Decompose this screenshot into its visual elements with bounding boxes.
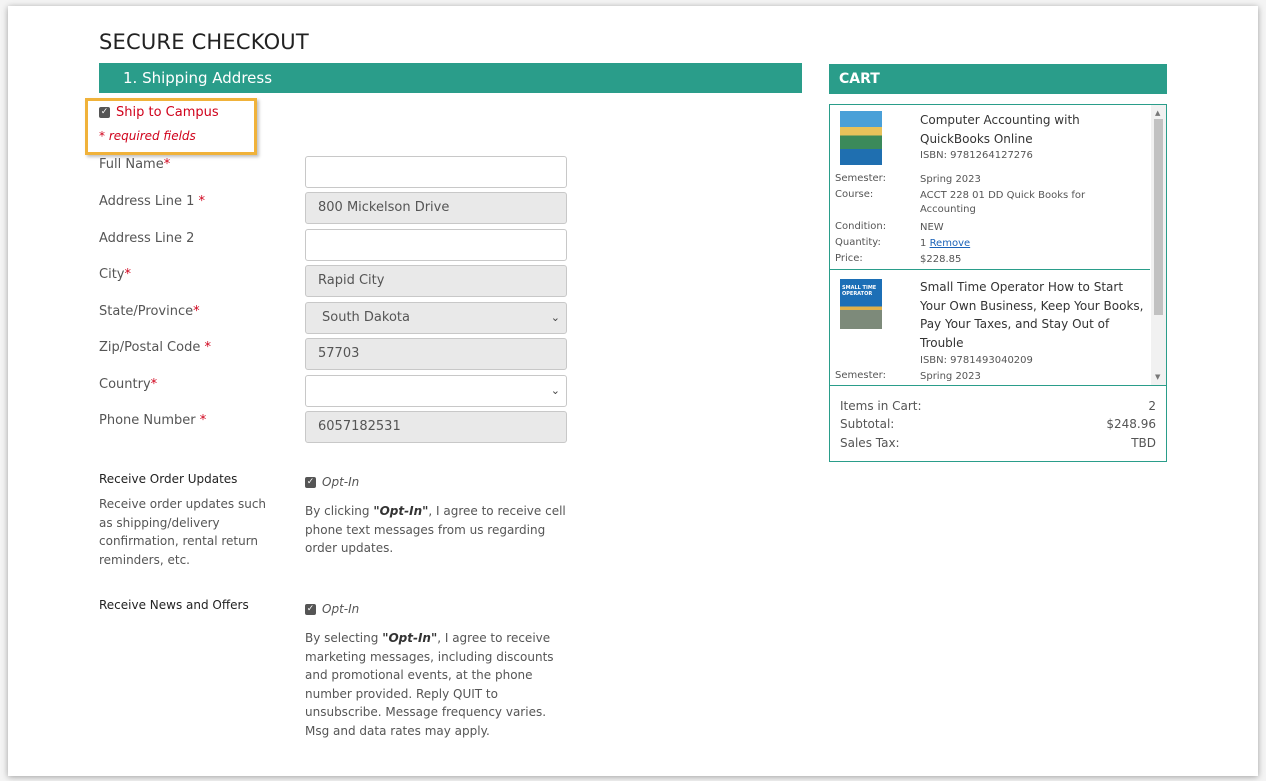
order-updates-consent: By clicking "Opt-In", I agree to receive… bbox=[305, 504, 566, 555]
divider bbox=[830, 385, 1166, 386]
phone-number-input[interactable]: 6057182531 bbox=[305, 411, 567, 443]
news-offers-optin[interactable]: ✓ Opt-In bbox=[305, 602, 359, 616]
order-updates-optin[interactable]: ✓ Opt-In bbox=[305, 475, 359, 489]
address-line-1-input[interactable]: 800 Mickelson Drive bbox=[305, 192, 567, 224]
required-fields-note: * required fields bbox=[99, 129, 196, 143]
subtotal-row: Subtotal: $248.96 bbox=[840, 417, 1156, 431]
semester-label: Semester: bbox=[835, 173, 886, 184]
course-label: Course: bbox=[835, 189, 874, 200]
zip-postal-code-label: Zip/Postal Code * bbox=[99, 340, 211, 355]
news-offers-optin-label: Opt-In bbox=[322, 602, 360, 616]
items-in-cart-row: Items in Cart: 2 bbox=[840, 399, 1156, 413]
address-line-2-label: Address Line 2 bbox=[99, 231, 195, 246]
quantity-value: 1 Remove bbox=[920, 238, 971, 249]
ship-to-campus-checkbox[interactable]: ✓ bbox=[99, 107, 110, 118]
shipping-section-header[interactable]: 1. Shipping Address bbox=[99, 63, 802, 93]
semester-value: Spring 2023 bbox=[920, 174, 981, 185]
scroll-up-arrow-icon[interactable]: ▲ bbox=[1155, 109, 1160, 117]
order-updates-optin-label: Opt-In bbox=[322, 475, 360, 489]
condition-value: NEW bbox=[920, 222, 944, 233]
cart-header: CART bbox=[829, 64, 1167, 94]
state-province-select[interactable]: South Dakota ⌄ bbox=[305, 302, 567, 334]
scrollbar-thumb[interactable] bbox=[1154, 119, 1163, 315]
country-label: Country* bbox=[99, 377, 158, 392]
course-value: ACCT 228 01 DD Quick Books for Accountin… bbox=[920, 190, 1086, 215]
remove-link[interactable]: Remove bbox=[930, 238, 971, 249]
cart-items-list[interactable]: Computer Accounting with QuickBooks Onli… bbox=[830, 105, 1166, 385]
zip-postal-code-input[interactable]: 57703 bbox=[305, 338, 567, 370]
book-cover-image bbox=[840, 111, 882, 165]
sales-tax-row: Sales Tax: TBD bbox=[840, 436, 1156, 450]
phone-number-label: Phone Number * bbox=[99, 413, 207, 428]
cart-item-title: Small Time Operator How to Start Your Ow… bbox=[920, 280, 1144, 350]
semester-label: Semester: bbox=[835, 370, 886, 381]
news-offers-checkbox[interactable]: ✓ bbox=[305, 604, 316, 615]
news-offers-consent: By selecting "Opt-In", I agree to receiv… bbox=[305, 631, 554, 738]
book-cover-image: SMALL TIME OPERATOR bbox=[840, 279, 882, 329]
page-title: SECURE CHECKOUT bbox=[99, 30, 309, 54]
order-updates-heading: Receive Order Updates bbox=[99, 472, 238, 486]
ship-to-campus-option[interactable]: ✓ Ship to Campus bbox=[99, 105, 219, 120]
order-updates-description: Receive order updates such as shipping/d… bbox=[99, 497, 267, 567]
chevron-down-icon: ⌄ bbox=[550, 384, 560, 397]
divider bbox=[830, 269, 1150, 270]
ship-to-campus-label: Ship to Campus bbox=[116, 105, 219, 120]
country-select[interactable]: ⌄ bbox=[305, 375, 567, 407]
address-line-2-input[interactable] bbox=[305, 229, 567, 261]
price-value: $228.85 bbox=[920, 254, 962, 265]
cart-item-isbn: ISBN: 9781493040209 bbox=[920, 355, 1033, 366]
cart-scrollbar[interactable]: ▲ ▼ bbox=[1151, 105, 1166, 385]
semester-value: Spring 2023 bbox=[920, 371, 981, 382]
cart-item-title: Computer Accounting with QuickBooks Onli… bbox=[920, 113, 1080, 146]
full-name-input[interactable] bbox=[305, 156, 567, 188]
order-updates-checkbox[interactable]: ✓ bbox=[305, 477, 316, 488]
state-province-label: State/Province* bbox=[99, 304, 200, 319]
city-input[interactable]: Rapid City bbox=[305, 265, 567, 297]
state-province-value: South Dakota bbox=[322, 310, 410, 325]
cart-item-isbn: ISBN: 9781264127276 bbox=[920, 150, 1033, 161]
scroll-down-arrow-icon[interactable]: ▼ bbox=[1155, 373, 1160, 381]
cart-panel: Computer Accounting with QuickBooks Onli… bbox=[829, 104, 1167, 462]
price-label: Price: bbox=[835, 253, 863, 264]
condition-label: Condition: bbox=[835, 221, 887, 232]
chevron-down-icon: ⌄ bbox=[550, 311, 560, 324]
quantity-label: Quantity: bbox=[835, 237, 881, 248]
city-label: City* bbox=[99, 267, 131, 282]
news-offers-heading: Receive News and Offers bbox=[99, 598, 249, 612]
address-line-1-label: Address Line 1 * bbox=[99, 194, 206, 209]
full-name-label: Full Name* bbox=[99, 157, 171, 172]
